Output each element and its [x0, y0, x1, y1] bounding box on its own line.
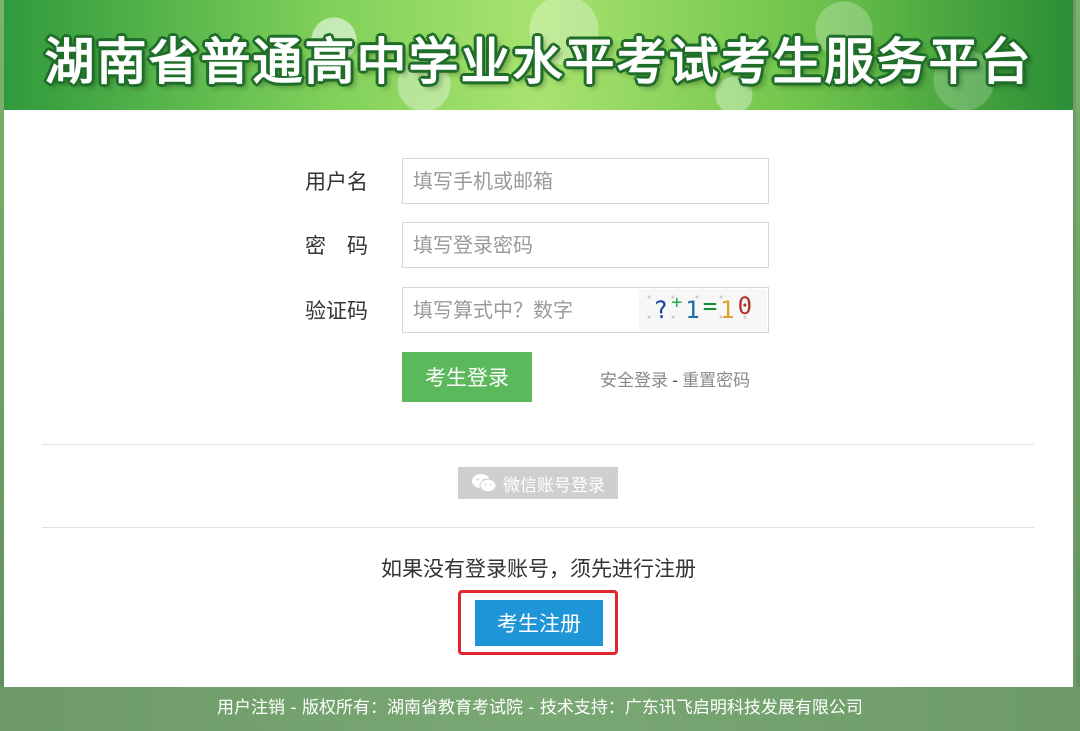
captcha-label: 验证码 [305, 299, 368, 323]
secure-login-link[interactable]: 安全登录 [600, 371, 668, 391]
captcha-char: 1 [685, 296, 700, 324]
footer-copyright: - 版权所有：湖南省教育考试院 - 技术支持：广东讯飞启明科技发展有限公司 [285, 698, 863, 718]
login-panel: 用户名 密 码 验证码 ? + 1 = 1 0 考生登录 安全登录-重置密码 [4, 110, 1073, 687]
login-button[interactable]: 考生登录 [402, 352, 532, 402]
register-highlight-frame: 考生注册 [458, 590, 618, 655]
captcha-char: 0 [737, 292, 753, 320]
captcha-char: ? [652, 295, 670, 325]
password-row: 密 码 [4, 222, 1073, 270]
login-links: 安全登录 - 重置密码 [600, 366, 750, 391]
divider [42, 527, 1034, 528]
captcha-char: + [671, 291, 683, 313]
reset-password-link[interactable]: 重置密码 [682, 371, 750, 391]
captcha-image[interactable]: ? + 1 = 1 0 [639, 289, 767, 331]
captcha-char: = [702, 292, 718, 320]
captcha-char: 1 [720, 296, 735, 324]
logout-link[interactable]: 用户注销 [217, 698, 285, 718]
username-input[interactable] [403, 159, 768, 203]
footer: 用户注销 - 版权所有：湖南省教育考试院 - 技术支持：广东讯飞启明科技发展有限… [0, 687, 1080, 731]
page-background-right [1076, 0, 1080, 731]
register-hint: 如果没有登录账号，须先进行注册 [381, 557, 696, 581]
username-label: 用户名 [305, 170, 368, 194]
wechat-login-label: 微信账号登录 [503, 475, 605, 496]
password-label: 密 码 [305, 234, 368, 258]
captcha-row: 验证码 ? + 1 = 1 0 [4, 287, 1073, 335]
wechat-login-button[interactable]: 微信账号登录 [458, 467, 618, 499]
wechat-icon [472, 474, 497, 493]
username-field-box [402, 158, 769, 204]
password-input[interactable] [403, 223, 768, 267]
header-banner: 湖南省普通高中学业水平考试考生服务平台 [4, 0, 1073, 110]
divider [42, 444, 1034, 445]
register-button[interactable]: 考生注册 [475, 600, 603, 646]
page-title: 湖南省普通高中学业水平考试考生服务平台 [44, 33, 1033, 91]
captcha-field-box: ? + 1 = 1 0 [402, 287, 769, 333]
link-separator: - [672, 371, 679, 391]
password-field-box [402, 222, 769, 268]
username-row: 用户名 [4, 158, 1073, 206]
